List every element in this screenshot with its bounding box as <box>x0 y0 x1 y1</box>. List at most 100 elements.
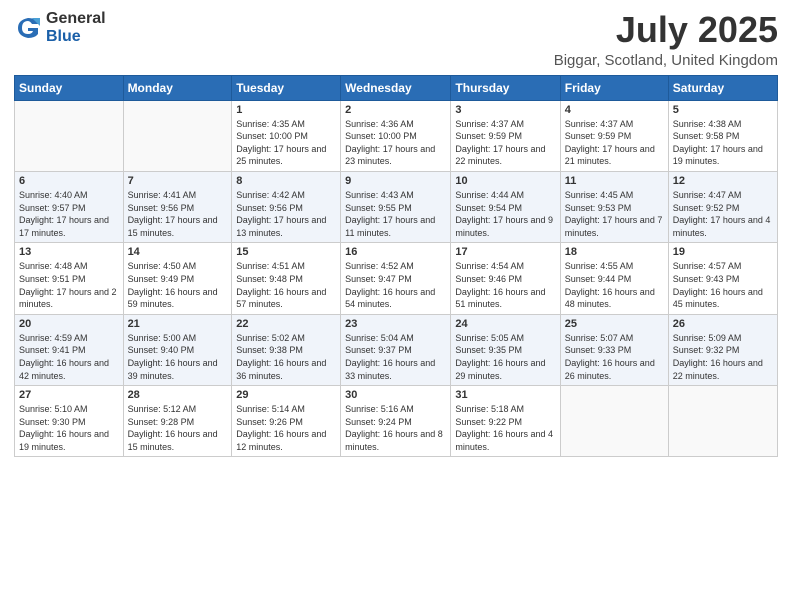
calendar: Sunday Monday Tuesday Wednesday Thursday… <box>14 75 778 458</box>
table-row: 27 Sunrise: 5:10 AM Sunset: 9:30 PM Dayli… <box>15 386 124 457</box>
day-info: Sunrise: 5:14 AM Sunset: 9:26 PM Dayligh… <box>236 403 336 453</box>
day-info: Sunrise: 4:37 AM Sunset: 9:59 PM Dayligh… <box>565 118 664 168</box>
header: General Blue July 2025 Biggar, Scotland,… <box>14 10 778 69</box>
day-number: 27 <box>19 389 119 401</box>
logo-icon <box>14 14 42 42</box>
day-info: Sunrise: 5:05 AM Sunset: 9:35 PM Dayligh… <box>455 332 555 382</box>
day-number: 16 <box>345 246 446 258</box>
table-row: 25Sunrise: 5:07 AM Sunset: 9:33 PM Dayli… <box>560 314 668 385</box>
day-info: Sunrise: 5:10 AM Sunset: 9:30 PM Dayligh… <box>19 403 119 453</box>
header-wednesday: Wednesday <box>341 75 451 100</box>
table-row <box>123 100 232 171</box>
day-number: 5 <box>673 104 773 116</box>
main-title: July 2025 <box>554 10 778 50</box>
table-row: 1Sunrise: 4:35 AM Sunset: 10:00 PM Dayli… <box>232 100 341 171</box>
table-row <box>668 386 777 457</box>
table-row: 6 Sunrise: 4:40 AM Sunset: 9:57 PM Daylig… <box>15 171 124 242</box>
day-info: Sunrise: 4:42 AM Sunset: 9:56 PM Dayligh… <box>236 189 336 239</box>
day-number: 10 <box>455 175 555 187</box>
day-number: 18 <box>565 246 664 258</box>
logo-general-text: General <box>46 10 106 28</box>
day-info: Sunrise: 4:47 AM Sunset: 9:52 PM Dayligh… <box>673 189 773 239</box>
day-info: Sunrise: 4:40 AM Sunset: 9:57 PM Dayligh… <box>19 189 119 239</box>
day-info: Sunrise: 4:36 AM Sunset: 10:00 PM Daylig… <box>345 118 446 168</box>
header-friday: Friday <box>560 75 668 100</box>
table-row: 13 Sunrise: 4:48 AM Sunset: 9:51 PM Dayli… <box>15 243 124 314</box>
table-row: 29 Sunrise: 5:14 AM Sunset: 9:26 PM Dayli… <box>232 386 341 457</box>
day-info: Sunrise: 4:35 AM Sunset: 10:00 PM Daylig… <box>236 118 336 168</box>
day-info: Sunrise: 4:48 AM Sunset: 9:51 PM Dayligh… <box>19 260 119 310</box>
day-number: 15 <box>236 246 336 258</box>
day-info: Sunrise: 4:37 AM Sunset: 9:59 PM Dayligh… <box>455 118 555 168</box>
table-row: 24 Sunrise: 5:05 AM Sunset: 9:35 PM Dayli… <box>451 314 560 385</box>
table-row: 21 Sunrise: 5:00 AM Sunset: 9:40 PM Dayli… <box>123 314 232 385</box>
day-number: 31 <box>455 389 555 401</box>
table-row: 2 Sunrise: 4:36 AM Sunset: 10:00 PM Dayli… <box>341 100 451 171</box>
logo-blue-text: Blue <box>46 28 106 46</box>
header-thursday: Thursday <box>451 75 560 100</box>
day-number: 2 <box>345 104 446 116</box>
table-row: 15Sunrise: 4:51 AM Sunset: 9:48 PM Dayli… <box>232 243 341 314</box>
header-sunday: Sunday <box>15 75 124 100</box>
day-number: 7 <box>128 175 228 187</box>
day-info: Sunrise: 4:45 AM Sunset: 9:53 PM Dayligh… <box>565 189 664 239</box>
day-number: 12 <box>673 175 773 187</box>
day-info: Sunrise: 4:59 AM Sunset: 9:41 PM Dayligh… <box>19 332 119 382</box>
day-info: Sunrise: 5:02 AM Sunset: 9:38 PM Dayligh… <box>236 332 336 382</box>
day-number: 17 <box>455 246 555 258</box>
table-row: 18Sunrise: 4:55 AM Sunset: 9:44 PM Dayli… <box>560 243 668 314</box>
day-info: Sunrise: 5:16 AM Sunset: 9:24 PM Dayligh… <box>345 403 446 453</box>
day-number: 6 <box>19 175 119 187</box>
day-number: 24 <box>455 318 555 330</box>
week-row-1: 6 Sunrise: 4:40 AM Sunset: 9:57 PM Daylig… <box>15 171 778 242</box>
day-number: 8 <box>236 175 336 187</box>
logo: General Blue <box>14 10 106 45</box>
day-number: 11 <box>565 175 664 187</box>
day-number: 30 <box>345 389 446 401</box>
table-row: 12 Sunrise: 4:47 AM Sunset: 9:52 PM Dayli… <box>668 171 777 242</box>
day-number: 23 <box>345 318 446 330</box>
table-row: 31Sunrise: 5:18 AM Sunset: 9:22 PM Dayli… <box>451 386 560 457</box>
table-row: 11 Sunrise: 4:45 AM Sunset: 9:53 PM Dayli… <box>560 171 668 242</box>
day-number: 22 <box>236 318 336 330</box>
day-number: 9 <box>345 175 446 187</box>
table-row: 26 Sunrise: 5:09 AM Sunset: 9:32 PM Dayli… <box>668 314 777 385</box>
day-number: 26 <box>673 318 773 330</box>
header-tuesday: Tuesday <box>232 75 341 100</box>
header-saturday: Saturday <box>668 75 777 100</box>
day-info: Sunrise: 4:41 AM Sunset: 9:56 PM Dayligh… <box>128 189 228 239</box>
day-number: 21 <box>128 318 228 330</box>
week-row-0: 1Sunrise: 4:35 AM Sunset: 10:00 PM Dayli… <box>15 100 778 171</box>
table-row: 30 Sunrise: 5:16 AM Sunset: 9:24 PM Dayli… <box>341 386 451 457</box>
table-row: 7 Sunrise: 4:41 AM Sunset: 9:56 PM Daylig… <box>123 171 232 242</box>
day-info: Sunrise: 5:04 AM Sunset: 9:37 PM Dayligh… <box>345 332 446 382</box>
table-row <box>560 386 668 457</box>
page: General Blue July 2025 Biggar, Scotland,… <box>0 0 792 612</box>
day-number: 28 <box>128 389 228 401</box>
table-row: 19 Sunrise: 4:57 AM Sunset: 9:43 PM Dayli… <box>668 243 777 314</box>
title-block: July 2025 Biggar, Scotland, United Kingd… <box>554 10 778 69</box>
day-info: Sunrise: 5:00 AM Sunset: 9:40 PM Dayligh… <box>128 332 228 382</box>
day-number: 29 <box>236 389 336 401</box>
logo-text: General Blue <box>46 10 106 45</box>
day-number: 20 <box>19 318 119 330</box>
day-info: Sunrise: 4:38 AM Sunset: 9:58 PM Dayligh… <box>673 118 773 168</box>
day-info: Sunrise: 4:54 AM Sunset: 9:46 PM Dayligh… <box>455 260 555 310</box>
calendar-header-row: Sunday Monday Tuesday Wednesday Thursday… <box>15 75 778 100</box>
day-info: Sunrise: 5:07 AM Sunset: 9:33 PM Dayligh… <box>565 332 664 382</box>
week-row-4: 27 Sunrise: 5:10 AM Sunset: 9:30 PM Dayli… <box>15 386 778 457</box>
header-monday: Monday <box>123 75 232 100</box>
day-info: Sunrise: 5:12 AM Sunset: 9:28 PM Dayligh… <box>128 403 228 453</box>
table-row: 10 Sunrise: 4:44 AM Sunset: 9:54 PM Dayli… <box>451 171 560 242</box>
day-number: 3 <box>455 104 555 116</box>
subtitle: Biggar, Scotland, United Kingdom <box>554 52 778 69</box>
day-info: Sunrise: 4:57 AM Sunset: 9:43 PM Dayligh… <box>673 260 773 310</box>
day-info: Sunrise: 4:44 AM Sunset: 9:54 PM Dayligh… <box>455 189 555 239</box>
week-row-2: 13 Sunrise: 4:48 AM Sunset: 9:51 PM Dayli… <box>15 243 778 314</box>
day-info: Sunrise: 5:09 AM Sunset: 9:32 PM Dayligh… <box>673 332 773 382</box>
day-number: 13 <box>19 246 119 258</box>
day-number: 19 <box>673 246 773 258</box>
week-row-3: 20 Sunrise: 4:59 AM Sunset: 9:41 PM Dayli… <box>15 314 778 385</box>
table-row: 28 Sunrise: 5:12 AM Sunset: 9:28 PM Dayli… <box>123 386 232 457</box>
table-row: 14Sunrise: 4:50 AM Sunset: 9:49 PM Dayli… <box>123 243 232 314</box>
